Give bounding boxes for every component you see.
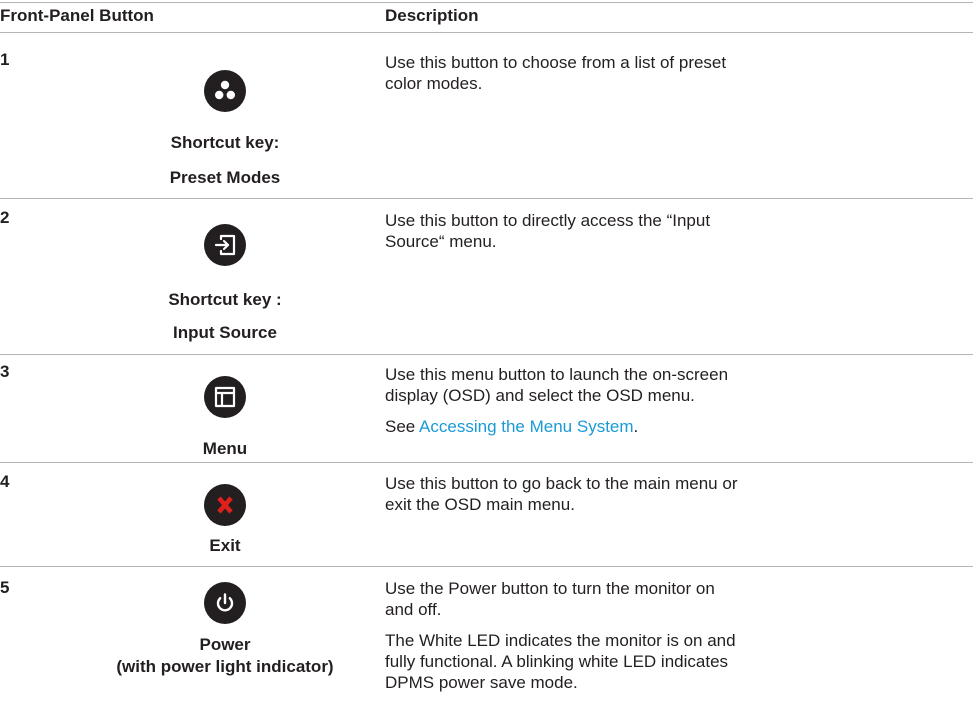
button-caption: Menu — [202, 439, 248, 458]
menu-icon — [204, 376, 246, 418]
row-number: 1 — [0, 50, 10, 69]
row-number: 4 — [0, 472, 10, 491]
row-description: Use this button to choose from a list of… — [385, 52, 745, 94]
button-caption-sub: Preset Modes — [169, 168, 281, 187]
column-header-description: Description — [385, 6, 479, 25]
exit-icon — [204, 484, 246, 526]
description-text: Use this button to choose from a list of… — [385, 53, 727, 93]
description-text: Use this menu button to launch the on-sc… — [385, 365, 729, 405]
description-text: Use this button to directly access the “… — [385, 211, 711, 251]
see-suffix: . — [633, 417, 639, 436]
row-number: 3 — [0, 362, 10, 381]
row-rule — [0, 354, 973, 355]
description-see-also: See Accessing the Menu System. — [385, 416, 745, 437]
button-caption: Shortcut key: — [170, 133, 280, 152]
input-source-icon — [204, 224, 246, 266]
power-icon — [204, 582, 246, 624]
accessing-menu-system-link[interactable]: Accessing the Menu System — [419, 417, 633, 436]
description-led: The White LED indicates the monitor is o… — [385, 631, 736, 692]
button-caption: Shortcut key : — [168, 290, 282, 309]
row-rule — [0, 198, 973, 199]
column-header-button: Front-Panel Button — [0, 6, 154, 25]
row-description: Use this button to directly access the “… — [385, 210, 745, 252]
button-caption-sub: (with power light indicator) — [116, 657, 334, 676]
row-description: Use this menu button to launch the on-sc… — [385, 364, 745, 437]
button-caption: Exit — [209, 536, 241, 555]
preset-modes-icon — [204, 70, 246, 112]
row-number: 2 — [0, 208, 10, 227]
button-caption-sub: Input Source — [173, 323, 277, 342]
header-rule — [0, 32, 973, 33]
description-text: Use the Power button to turn the monitor… — [385, 579, 715, 619]
row-rule — [0, 462, 973, 463]
see-prefix: See — [385, 417, 420, 436]
description-text: Use this button to go back to the main m… — [385, 474, 738, 514]
row-description: Use this button to go back to the main m… — [385, 473, 745, 515]
row-number: 5 — [0, 578, 10, 597]
table-top-rule — [0, 2, 973, 3]
row-description: Use the Power button to turn the monitor… — [385, 578, 745, 693]
row-rule — [0, 566, 973, 567]
